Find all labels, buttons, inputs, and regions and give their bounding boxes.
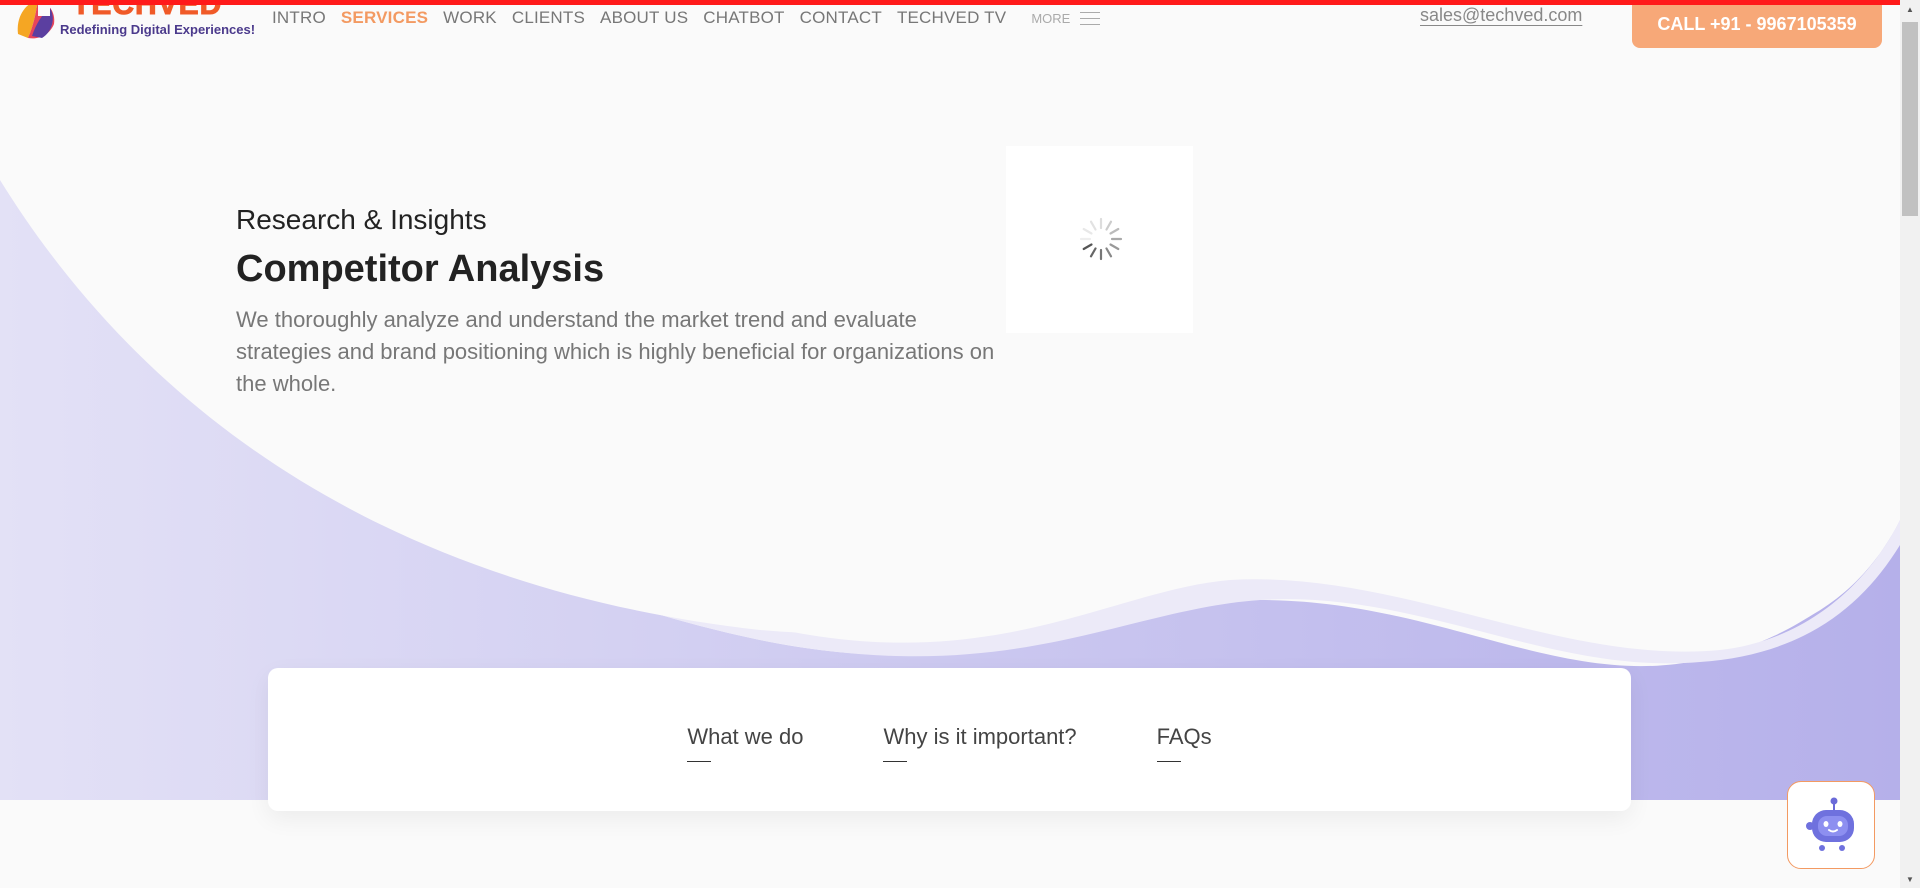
hero-subtitle: Research & Insights [236,204,487,235]
main-nav: INTRO SERVICES WORK CLIENTS ABOUT US CHA… [272,8,1101,28]
page-scrollbar[interactable]: ▲ ▼ [1900,0,1920,888]
chatbot-launcher-button[interactable] [1787,781,1875,869]
email-link[interactable]: sales@techved.com [1420,5,1582,26]
nav-item-about-us[interactable]: ABOUT US [600,8,688,28]
section-tabs-card: What we do Why is it important? FAQs [268,668,1631,811]
hero-description: We thoroughly analyze and understand the… [236,307,995,396]
scrollbar-thumb[interactable] [1902,22,1918,216]
nav-item-work[interactable]: WORK [443,8,497,28]
page-title: Competitor Analysis [236,248,605,290]
call-button[interactable]: CALL +91 - 9967105359 [1632,0,1882,48]
hamburger-icon [1080,12,1101,25]
logo-mark-icon [17,0,55,39]
nav-item-techved-tv[interactable]: TECHVED TV [897,8,1006,28]
nav-item-clients[interactable]: CLIENTS [512,8,585,28]
nav-more-label: MORE [1031,10,1071,26]
tab-what-we-do[interactable]: What we do [687,724,803,762]
techved-logo[interactable]: TECHVED TM Redefining Digital Experience… [14,0,256,46]
tab-why-important[interactable]: Why is it important? [883,724,1077,762]
page-progress-bar [0,0,1900,5]
logo-tagline: Redefining Digital Experiences! [60,22,256,37]
nav-item-chatbot[interactable]: CHATBOT [703,8,784,28]
tab-faqs[interactable]: FAQs [1156,724,1212,762]
section-tabs: What we do Why is it important? FAQs [268,724,1631,762]
nav-item-contact[interactable]: CONTACT [800,8,882,28]
nav-item-services[interactable]: SERVICES [341,8,428,28]
scroll-up-arrow-icon[interactable]: ▲ [1900,0,1920,18]
loading-spinner-icon [1079,217,1123,261]
hero-media-placeholder [1006,146,1193,333]
nav-more-button[interactable]: MORE [1031,10,1101,26]
chatbot-robot-icon [1806,797,1854,851]
scroll-down-arrow-icon[interactable]: ▼ [1900,870,1920,888]
site-header: TECHVED TM Redefining Digital Experience… [0,0,1900,50]
nav-item-intro[interactable]: INTRO [272,8,326,28]
